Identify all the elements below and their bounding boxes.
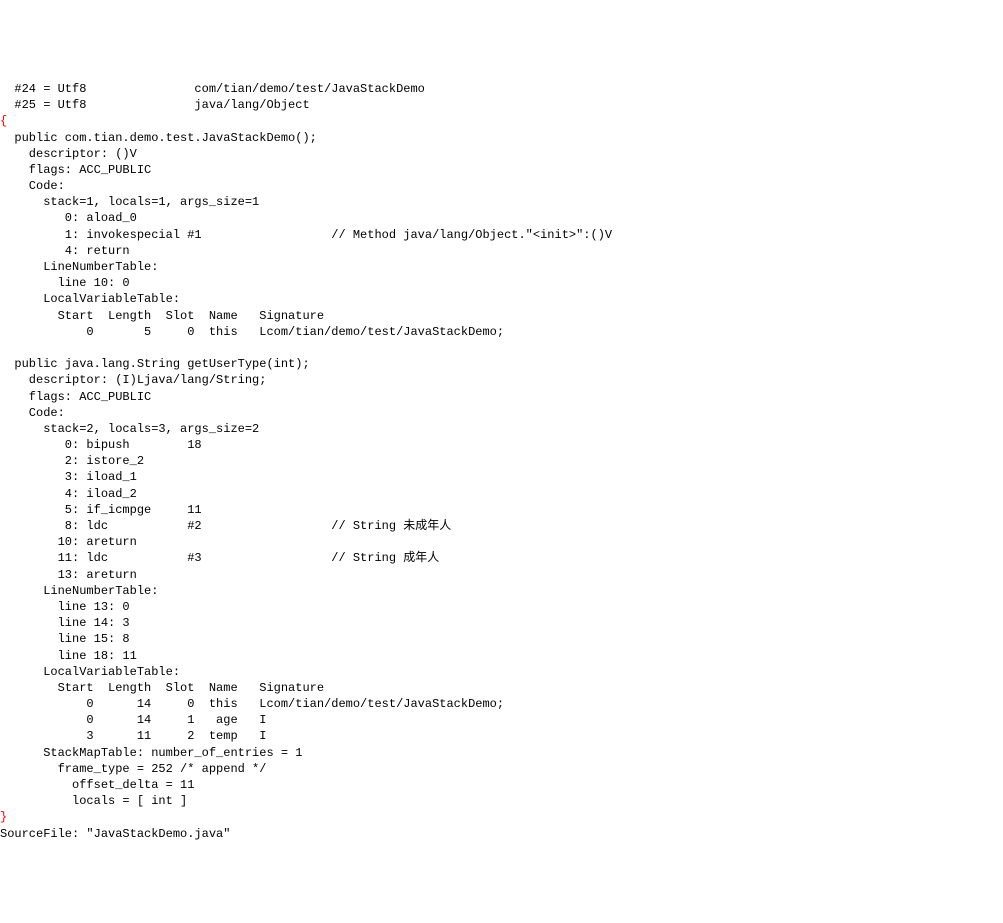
linenumbertable-entry: line 10: 0 <box>0 276 130 290</box>
linenumbertable-label: LineNumberTable: <box>0 584 158 598</box>
method-flags: flags: ACC_PUBLIC <box>0 390 151 404</box>
localvartable-header: Start Length Slot Name Signature <box>0 681 324 695</box>
constant-pool-line: #25 = Utf8 java/lang/Object <box>0 98 310 112</box>
constant-pool-line: #24 = Utf8 com/tian/demo/test/JavaStackD… <box>0 82 425 96</box>
localvartable-entry: 0 14 1 age I <box>0 713 266 727</box>
method-flags: flags: ACC_PUBLIC <box>0 163 151 177</box>
linenumbertable-label: LineNumberTable: <box>0 260 158 274</box>
linenumbertable-entry: line 13: 0 <box>0 600 130 614</box>
stackmaptable-entry: locals = [ int ] <box>0 794 187 808</box>
bytecode-instruction: 5: if_icmpge 11 <box>0 503 202 517</box>
bytecode-instruction: 4: iload_2 <box>0 487 137 501</box>
bytecode-instruction: 2: istore_2 <box>0 454 144 468</box>
code-label: Code: <box>0 179 65 193</box>
stackmaptable-entry: offset_delta = 11 <box>0 778 194 792</box>
localvartable-header: Start Length Slot Name Signature <box>0 309 324 323</box>
open-brace: { <box>0 114 7 128</box>
linenumbertable-entry: line 15: 8 <box>0 632 130 646</box>
stack-info: stack=2, locals=3, args_size=2 <box>0 422 259 436</box>
bytecode-listing: #24 = Utf8 com/tian/demo/test/JavaStackD… <box>0 65 1003 842</box>
localvartable-entry: 3 11 2 temp I <box>0 729 266 743</box>
bytecode-instruction: 0: bipush 18 <box>0 438 202 452</box>
bytecode-instruction: 11: ldc #3 // String 成年人 <box>0 551 439 565</box>
code-label: Code: <box>0 406 65 420</box>
method-descriptor: descriptor: (I)Ljava/lang/String; <box>0 373 266 387</box>
localvartable-label: LocalVariableTable: <box>0 665 180 679</box>
bytecode-instruction: 1: invokespecial #1 // Method java/lang/… <box>0 228 612 242</box>
bytecode-instruction: 3: iload_1 <box>0 470 137 484</box>
method-signature: public com.tian.demo.test.JavaStackDemo(… <box>0 131 317 145</box>
stackmaptable-entry: frame_type = 252 /* append */ <box>0 762 266 776</box>
bytecode-instruction: 0: aload_0 <box>0 211 137 225</box>
sourcefile-line: SourceFile: "JavaStackDemo.java" <box>0 827 230 841</box>
stackmaptable-label: StackMapTable: number_of_entries = 1 <box>0 746 302 760</box>
localvartable-entry: 0 5 0 this Lcom/tian/demo/test/JavaStack… <box>0 325 504 339</box>
localvartable-label: LocalVariableTable: <box>0 292 180 306</box>
bytecode-instruction: 13: areturn <box>0 568 137 582</box>
bytecode-instruction: 4: return <box>0 244 130 258</box>
method-descriptor: descriptor: ()V <box>0 147 137 161</box>
bytecode-instruction: 8: ldc #2 // String 未成年人 <box>0 519 451 533</box>
bytecode-instruction: 10: areturn <box>0 535 137 549</box>
localvartable-entry: 0 14 0 this Lcom/tian/demo/test/JavaStac… <box>0 697 504 711</box>
method-signature: public java.lang.String getUserType(int)… <box>0 357 310 371</box>
linenumbertable-entry: line 18: 11 <box>0 649 137 663</box>
linenumbertable-entry: line 14: 3 <box>0 616 130 630</box>
stack-info: stack=1, locals=1, args_size=1 <box>0 195 259 209</box>
close-brace: } <box>0 810 7 824</box>
